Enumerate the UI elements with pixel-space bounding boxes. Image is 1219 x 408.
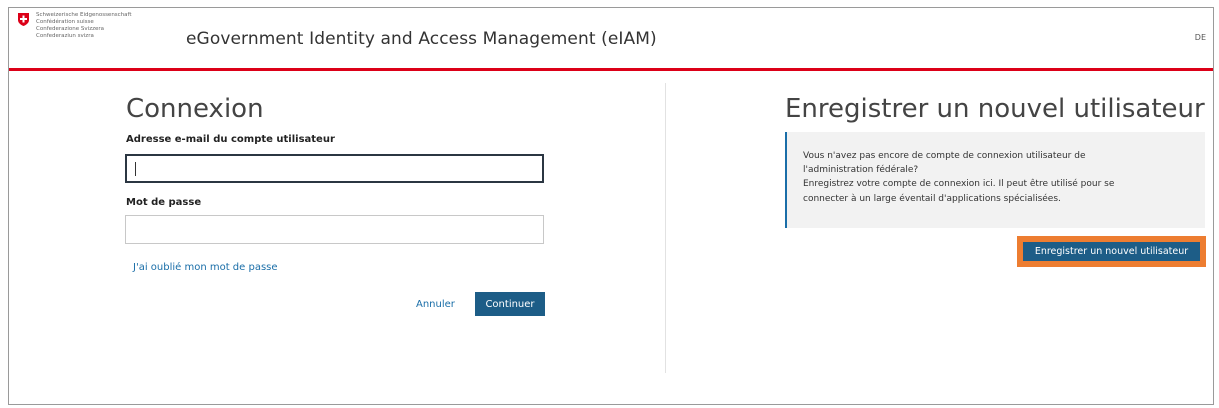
info-text-line: l'administration fédérale? <box>803 165 919 175</box>
forgot-password-link[interactable]: J'ai oublié mon mot de passe <box>133 262 278 273</box>
confederation-line: Confederaziun svizra <box>36 33 94 39</box>
email-field[interactable] <box>125 154 544 183</box>
text-caret <box>135 162 136 176</box>
confederation-line: Schweizerische Eidgenossenschaft <box>36 12 132 18</box>
info-text-line: Vous n'avez pas encore de compte de conn… <box>803 151 1086 161</box>
confederation-line: Confederazione Svizzera <box>36 26 104 32</box>
browser-frame: Schweizerische Eidgenossenschaft Confédé… <box>8 7 1214 405</box>
info-text-line: Enregistrez votre compte de connexion ic… <box>803 179 1115 189</box>
page-header: Schweizerische Eidgenossenschaft Confédé… <box>9 8 1213 68</box>
password-label: Mot de passe <box>126 197 202 208</box>
email-label: Adresse e-mail du compte utilisateur <box>126 134 335 145</box>
header-red-line <box>9 68 1213 71</box>
confederation-logo-text: Schweizerische Eidgenossenschaft Confédé… <box>36 12 132 40</box>
register-info-box: Vous n'avez pas encore de compte de conn… <box>785 132 1205 228</box>
login-title: Connexion <box>126 94 264 124</box>
register-new-user-button[interactable]: Enregistrer un nouvel utilisateur <box>1023 242 1200 261</box>
register-title: Enregistrer un nouvel utilisateur <box>785 94 1205 124</box>
info-text-line: connecter à un large éventail d'applicat… <box>803 194 1061 204</box>
app-title: eGovernment Identity and Access Manageme… <box>186 29 657 49</box>
column-divider <box>665 83 666 373</box>
cancel-button[interactable]: Annuler <box>416 299 455 310</box>
swiss-flag-icon <box>18 13 29 26</box>
password-field[interactable] <box>125 215 544 244</box>
register-button-highlight: Enregistrer un nouvel utilisateur <box>1017 236 1206 267</box>
language-switcher[interactable]: DE <box>1195 33 1206 42</box>
confederation-line: Confédération suisse <box>36 19 94 25</box>
continue-button[interactable]: Continuer <box>475 292 545 316</box>
